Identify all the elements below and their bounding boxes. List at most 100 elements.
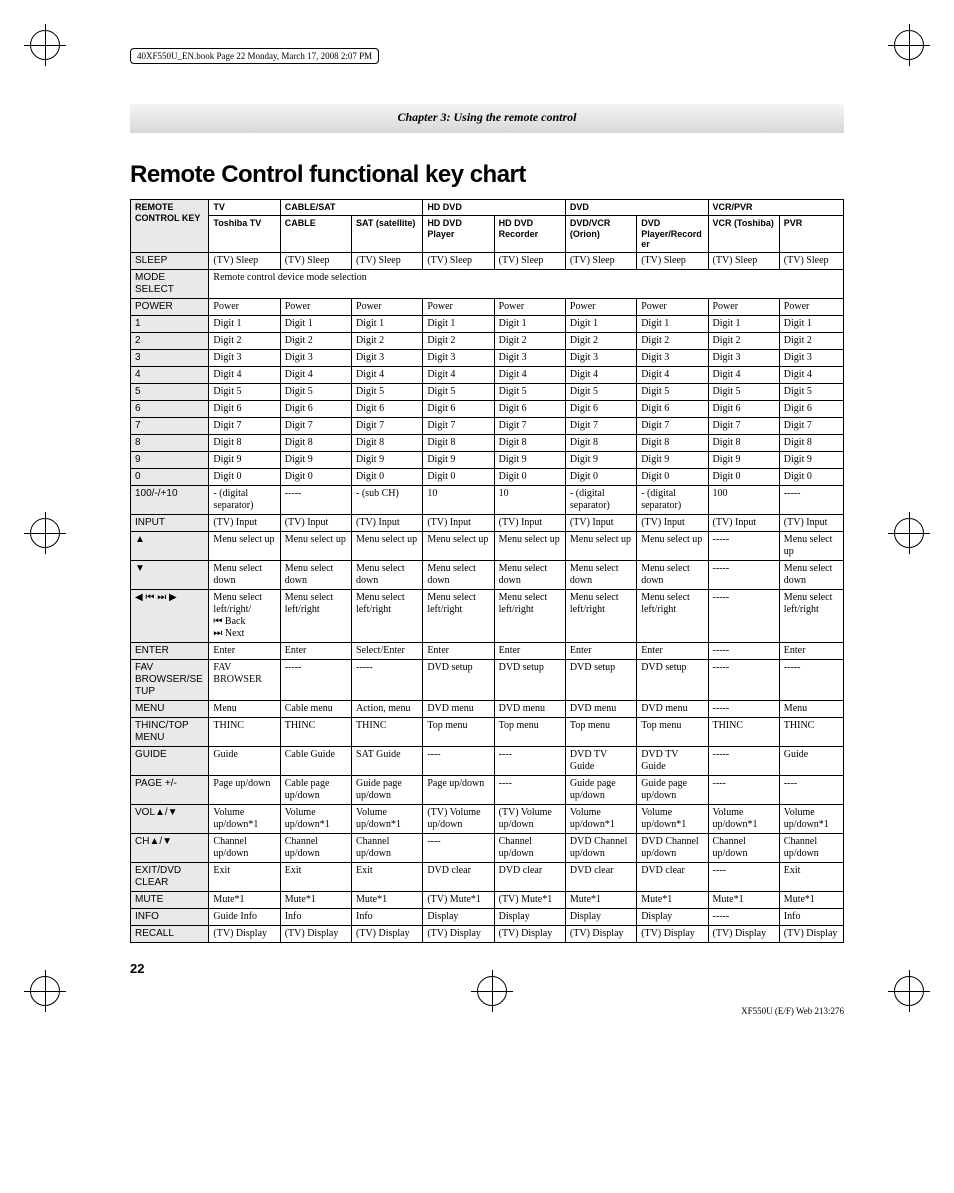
value-cell: (TV) Input [423,515,494,532]
value-cell: (TV) Mute*1 [423,892,494,909]
value-cell: Digit 6 [494,401,565,418]
value-cell: Select/Enter [352,643,423,660]
value-cell: - (digital separator) [637,486,708,515]
table-row: POWERPowerPowerPowerPowerPowerPowerPower… [131,299,844,316]
value-cell: THINC [209,718,280,747]
page-title: Remote Control functional key chart [130,161,844,189]
value-cell: Mute*1 [779,892,843,909]
value-cell: Menu select up [637,532,708,561]
table-row: 1Digit 1Digit 1Digit 1Digit 1Digit 1Digi… [131,316,844,333]
value-cell: Volume up/down*1 [779,805,843,834]
value-cell: ----- [708,590,779,643]
value-cell: Menu select down [637,561,708,590]
key-chart-table: REMOTE CONTROL KEY TV CABLE/SAT HD DVD D… [130,199,844,943]
key-cell: 2 [131,333,209,350]
value-cell: Digit 5 [352,384,423,401]
value-cell: Action, menu [352,701,423,718]
value-cell: Menu select up [209,532,280,561]
value-cell: Enter [565,643,636,660]
value-cell: (TV) Input [779,515,843,532]
value-cell: Top menu [565,718,636,747]
table-row: ▲Menu select upMenu select upMenu select… [131,532,844,561]
group-header-row: REMOTE CONTROL KEY TV CABLE/SAT HD DVD D… [131,200,844,216]
key-cell: SLEEP [131,253,209,270]
table-row: GUIDEGuideCable GuideSAT Guide--------DV… [131,747,844,776]
value-cell: Digit 0 [423,469,494,486]
value-cell: Digit 7 [494,418,565,435]
value-cell: Digit 0 [637,469,708,486]
value-cell: (TV) Input [280,515,351,532]
value-cell: Mute*1 [637,892,708,909]
value-cell: Digit 0 [352,469,423,486]
value-cell: Digit 4 [779,367,843,384]
value-cell: (TV) Display [280,926,351,943]
key-cell: RECALL [131,926,209,943]
value-cell: (TV) Sleep [779,253,843,270]
value-cell: Mute*1 [565,892,636,909]
framemaker-header: 40XF550U_EN.book Page 22 Monday, March 1… [130,48,379,64]
value-cell: Digit 9 [280,452,351,469]
value-cell: Digit 9 [352,452,423,469]
value-cell: Digit 5 [708,384,779,401]
page-number: 22 [130,961,844,976]
value-cell: (TV) Volume up/down [494,805,565,834]
table-row: RECALL(TV) Display(TV) Display(TV) Displ… [131,926,844,943]
value-cell: Power [565,299,636,316]
value-cell: Guide [779,747,843,776]
subhead: HD DVD Recorder [494,215,565,252]
subhead: VCR (Toshiba) [708,215,779,252]
value-cell: Power [423,299,494,316]
value-cell: Menu select left/right [494,590,565,643]
key-cell: VOL▲/▼ [131,805,209,834]
value-cell: Menu select up [565,532,636,561]
value-cell: Digit 5 [494,384,565,401]
value-cell: Digit 1 [779,316,843,333]
value-cell: ---- [494,776,565,805]
key-cell: ▲ [131,532,209,561]
group-dvd: DVD [565,200,708,216]
value-cell: (TV) Input [209,515,280,532]
crop-mark-icon [30,30,60,60]
table-row: CH▲/▼Channel up/downChannel up/downChann… [131,834,844,863]
value-cell: Digit 3 [423,350,494,367]
value-cell: FAV BROWSER [209,660,280,701]
key-cell: 6 [131,401,209,418]
key-cell: MUTE [131,892,209,909]
value-cell: Exit [352,863,423,892]
table-row: ENTEREnterEnterSelect/EnterEnterEnterEnt… [131,643,844,660]
key-cell: MODE SELECT [131,270,209,299]
value-cell: (TV) Sleep [352,253,423,270]
key-cell: 4 [131,367,209,384]
table-row: INFOGuide InfoInfoInfoDisplayDisplayDisp… [131,909,844,926]
key-cell: 7 [131,418,209,435]
value-cell: Menu select down [565,561,636,590]
value-cell: ----- [708,909,779,926]
value-cell: Digit 1 [565,316,636,333]
value-cell: Digit 2 [209,333,280,350]
value-cell: Digit 1 [637,316,708,333]
value-cell: Digit 1 [352,316,423,333]
value-cell: DVD menu [494,701,565,718]
value-cell: Info [280,909,351,926]
key-cell: 5 [131,384,209,401]
value-cell: Mute*1 [280,892,351,909]
table-row: INPUT(TV) Input(TV) Input(TV) Input(TV) … [131,515,844,532]
value-cell: Digit 1 [209,316,280,333]
value-cell: Digit 7 [779,418,843,435]
value-cell: Volume up/down*1 [708,805,779,834]
value-cell: ---- [779,776,843,805]
key-cell: MENU [131,701,209,718]
table-row: 100/-/+10- (digital separator)------ (su… [131,486,844,515]
value-cell: Exit [779,863,843,892]
value-cell: Display [565,909,636,926]
value-cell: Remote control device mode selection [209,270,844,299]
value-cell: Digit 4 [423,367,494,384]
value-cell: Top menu [637,718,708,747]
key-cell: FAV BROWSER/SETUP [131,660,209,701]
value-cell: Digit 4 [280,367,351,384]
value-cell: Digit 7 [352,418,423,435]
value-cell: Digit 6 [779,401,843,418]
value-cell: 10 [494,486,565,515]
value-cell: Digit 0 [280,469,351,486]
value-cell: (TV) Sleep [565,253,636,270]
